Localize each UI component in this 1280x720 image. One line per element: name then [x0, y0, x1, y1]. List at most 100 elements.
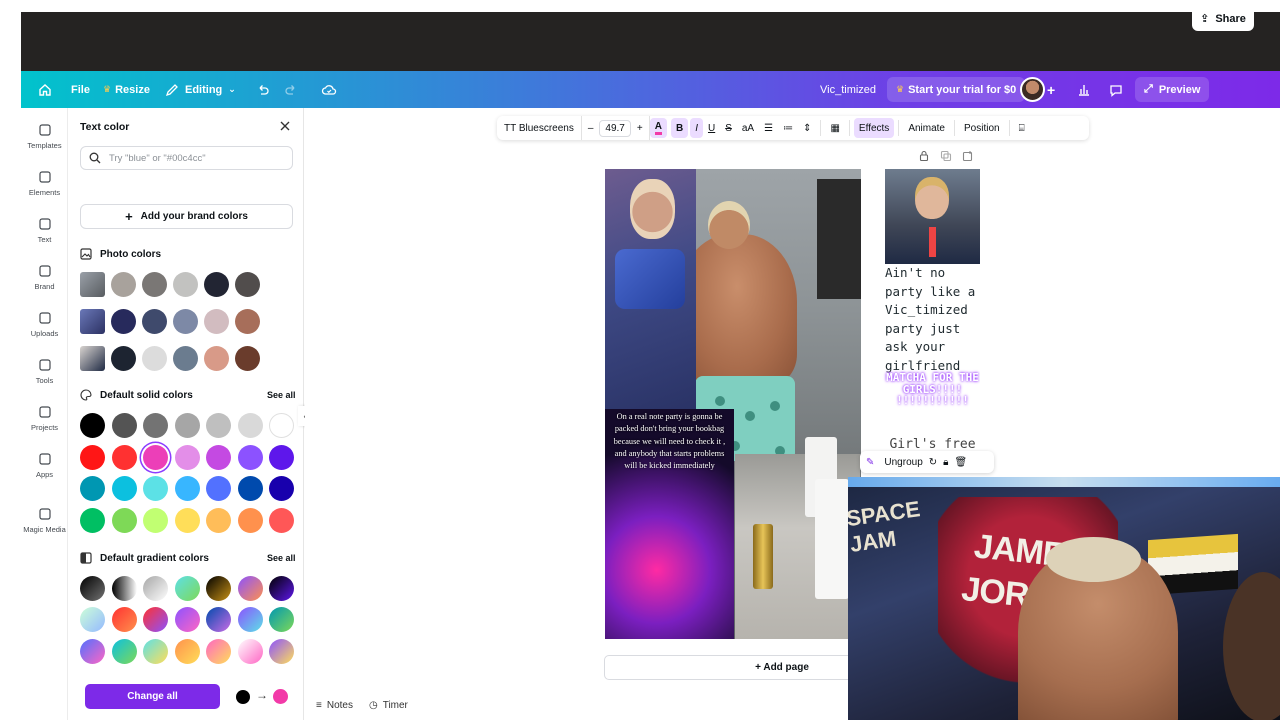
add-brand-colors-button[interactable]: + Add your brand colors [80, 204, 293, 229]
aint-no-party-text[interactable]: Ain't no party like a Vic_timized party … [885, 264, 980, 375]
undo-button[interactable] [255, 71, 271, 108]
color-swatch[interactable] [80, 445, 105, 470]
start-trial-button[interactable]: ♛ Start your trial for $0 [887, 77, 1026, 102]
color-search-input[interactable] [109, 152, 279, 164]
color-swatch[interactable] [174, 508, 200, 533]
rail-elements[interactable]: Elements [21, 170, 68, 197]
ungroup-button[interactable]: Ungroup [884, 457, 922, 468]
align-button[interactable]: ☰ [759, 116, 778, 140]
color-swatch[interactable] [204, 346, 229, 371]
gradient-swatch[interactable] [80, 576, 105, 601]
gradient-swatch[interactable] [269, 576, 294, 601]
color-swatch[interactable] [206, 445, 231, 470]
color-swatch[interactable] [80, 413, 105, 438]
color-search[interactable] [80, 146, 293, 170]
copy-style-button[interactable]: ⌸ [1014, 116, 1030, 140]
anime-character-image[interactable] [605, 169, 696, 409]
gradient-swatch[interactable] [269, 607, 294, 632]
transparency-button[interactable]: ▦ [825, 116, 844, 140]
home-button[interactable] [37, 71, 53, 108]
gradient-swatch[interactable] [80, 639, 105, 664]
gradient-swatch[interactable] [206, 607, 231, 632]
color-swatch[interactable] [143, 508, 168, 533]
document-title[interactable]: Vic_timized [820, 71, 876, 108]
color-swatch[interactable] [80, 508, 105, 533]
color-swatch[interactable] [237, 508, 263, 533]
gradient-swatch[interactable] [143, 576, 168, 601]
color-swatch[interactable] [269, 476, 294, 501]
resize-button[interactable]: ♛ Resize [103, 71, 150, 108]
color-swatch[interactable] [143, 476, 168, 501]
text-color-button[interactable]: A [649, 118, 667, 138]
invite-button[interactable]: + [1047, 71, 1055, 108]
photo-thumbnail[interactable] [80, 309, 105, 334]
position-button[interactable]: Position [959, 116, 1005, 140]
color-swatch[interactable] [173, 272, 198, 297]
color-swatch[interactable] [174, 445, 200, 470]
gradient-swatch[interactable] [111, 576, 137, 601]
increase-font-size-button[interactable]: + [637, 123, 643, 134]
rail-brand[interactable]: Brand [21, 264, 68, 291]
gradient-swatch[interactable] [237, 576, 263, 601]
gradient-swatch[interactable] [269, 639, 294, 664]
color-swatch[interactable] [142, 346, 167, 371]
user-avatar[interactable] [1020, 77, 1045, 102]
duplicate-icon[interactable] [940, 150, 952, 162]
color-swatch[interactable] [269, 508, 294, 533]
color-swatch[interactable] [204, 309, 229, 334]
girls-free-text[interactable]: Girl's free [885, 437, 980, 452]
color-swatch[interactable] [174, 476, 200, 501]
redo-button[interactable] [283, 71, 299, 108]
color-swatch[interactable] [111, 476, 137, 501]
add-page-icon[interactable] [962, 150, 974, 162]
photo-thumbnail[interactable] [80, 272, 105, 297]
change-all-button[interactable]: Change all [85, 684, 220, 709]
rail-text[interactable]: Text [21, 217, 68, 244]
comments-button[interactable] [1108, 71, 1124, 108]
gradient-swatch[interactable] [237, 607, 263, 632]
rail-tools[interactable]: Tools [21, 358, 68, 385]
color-swatch[interactable] [269, 445, 294, 470]
timer-button[interactable]: ◷ Timer [369, 700, 408, 711]
color-swatch[interactable] [269, 413, 294, 438]
party-crowd-image[interactable]: On a real note party is gonna be packed … [605, 409, 734, 639]
underline-button[interactable]: U [703, 116, 720, 140]
gradient-swatch[interactable] [174, 576, 200, 601]
font-family-dropdown[interactable]: TT Bluescreens [497, 116, 582, 140]
color-swatch[interactable] [235, 272, 260, 297]
suit-portrait-image[interactable] [885, 169, 980, 264]
rotate-icon[interactable]: ↻ [929, 457, 937, 468]
color-swatch[interactable] [206, 508, 231, 533]
trash-icon[interactable]: 🗑︎ [954, 457, 967, 468]
photo-thumbnail[interactable] [80, 346, 105, 371]
color-swatch[interactable] [206, 413, 231, 438]
font-size-value[interactable]: 49.7 [599, 119, 631, 137]
share-button[interactable]: ⇪ Share [1192, 6, 1254, 31]
color-swatch[interactable] [142, 272, 167, 297]
color-swatch[interactable] [111, 309, 136, 334]
gradient-swatch[interactable] [206, 576, 231, 601]
color-swatch[interactable] [237, 413, 263, 438]
insights-button[interactable] [1076, 71, 1092, 108]
color-swatch[interactable] [111, 508, 137, 533]
gradient-swatch[interactable] [111, 639, 137, 664]
matcha-text[interactable]: MATCHA FOR THE GIRLS!!!! !!!!!!!!!!! [885, 372, 980, 407]
editing-mode-dropdown[interactable]: Editing ⌄ [164, 71, 236, 108]
party-note-text[interactable]: On a real note party is gonna be packed … [608, 411, 731, 472]
gradient-swatch[interactable] [111, 607, 137, 632]
rail-apps[interactable]: Apps [21, 452, 68, 479]
italic-button[interactable]: I [690, 118, 703, 138]
color-swatch[interactable] [173, 309, 198, 334]
color-swatch[interactable] [204, 272, 229, 297]
color-swatch[interactable] [235, 309, 260, 334]
see-all-solid-link[interactable]: See all [267, 390, 296, 400]
close-icon[interactable] [278, 119, 292, 133]
animate-button[interactable]: Animate [903, 116, 950, 140]
color-swatch[interactable] [143, 445, 168, 470]
spacing-button[interactable]: ⇕ [798, 116, 816, 140]
color-swatch[interactable] [237, 476, 263, 501]
color-swatch[interactable] [173, 346, 198, 371]
color-swatch[interactable] [111, 445, 137, 470]
strikethrough-button[interactable]: S [720, 116, 737, 140]
lock-icon[interactable] [918, 150, 930, 162]
